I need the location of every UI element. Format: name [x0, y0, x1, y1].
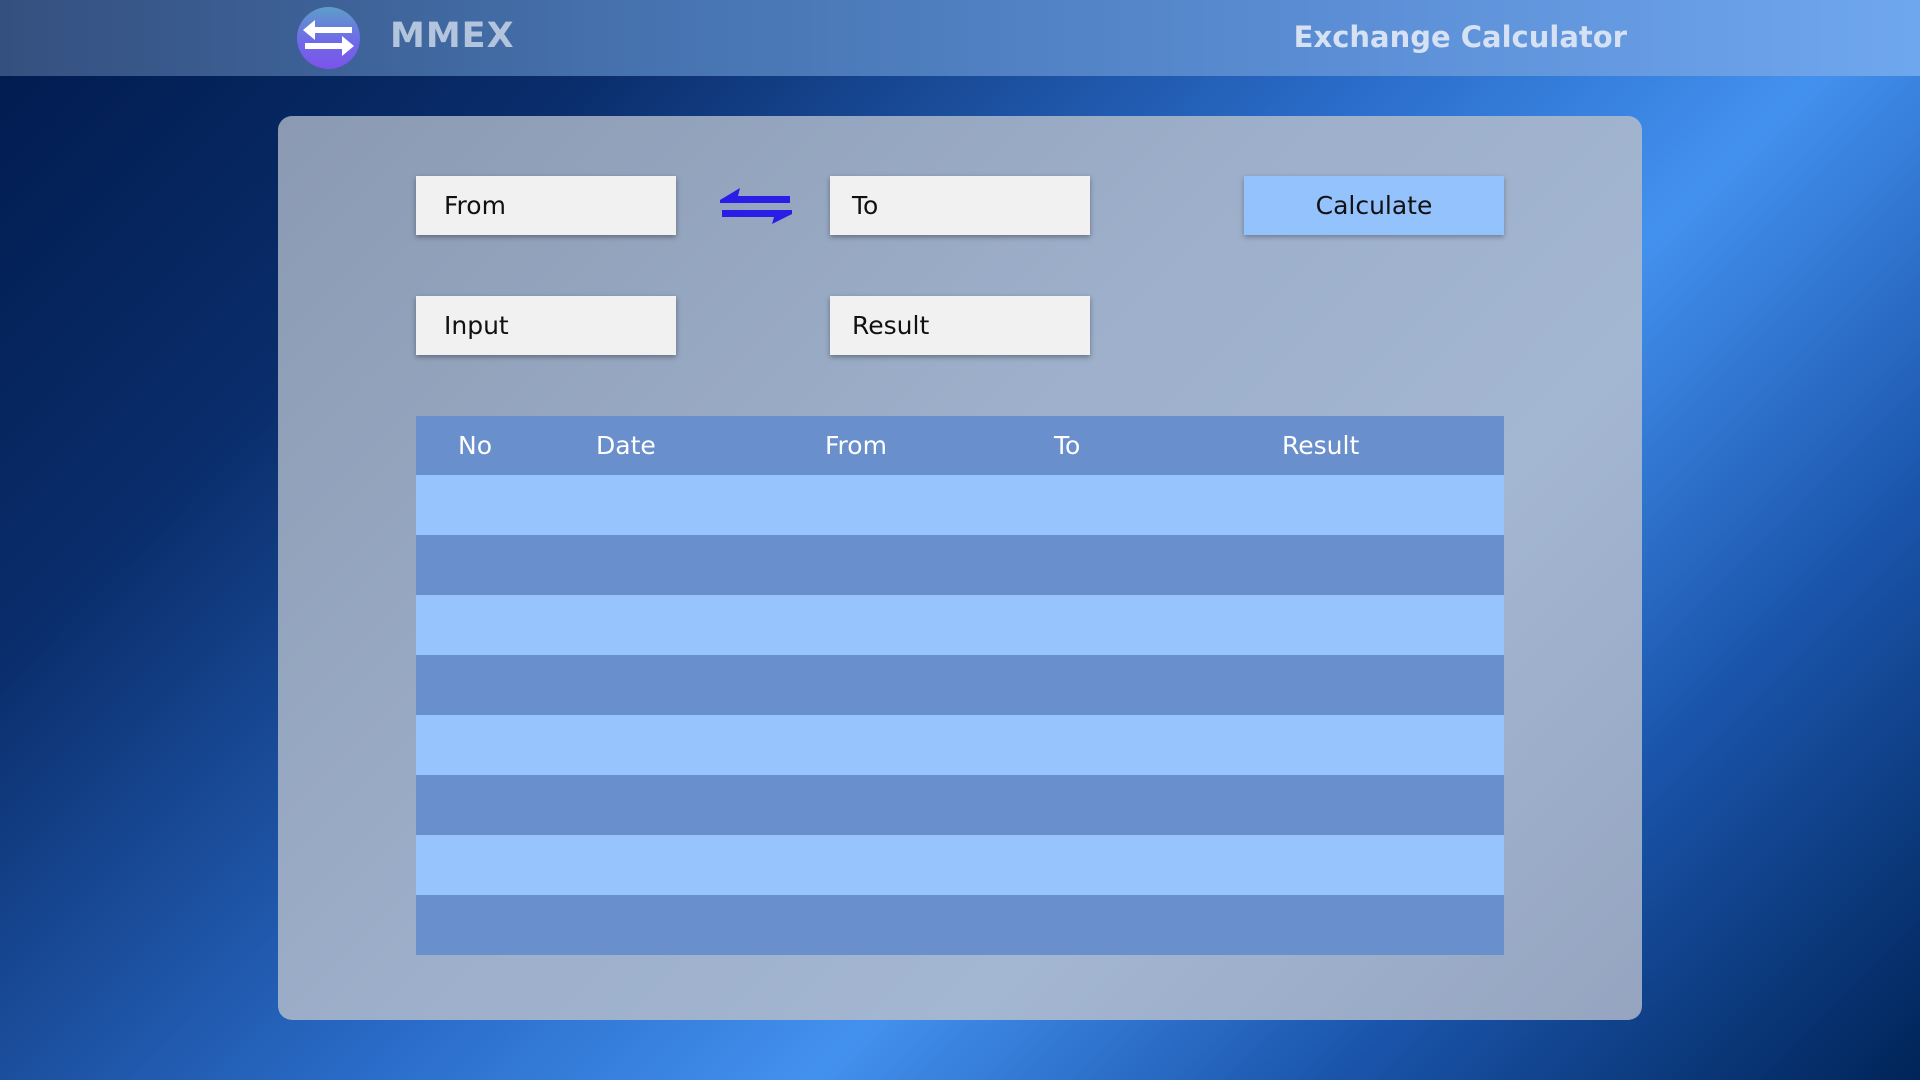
- table-row: [416, 835, 1504, 895]
- history-table: No Date From To Result: [416, 416, 1504, 955]
- calculator-panel: From To Calculate Input Result No Date F…: [278, 116, 1642, 1020]
- swap-arrows-icon[interactable]: [718, 186, 794, 226]
- column-header-to: To: [1054, 431, 1081, 460]
- table-row: [416, 475, 1504, 535]
- column-header-result: Result: [1282, 431, 1360, 460]
- to-currency-field[interactable]: To: [830, 176, 1090, 235]
- column-header-no: No: [458, 431, 492, 460]
- from-currency-field[interactable]: From: [416, 176, 676, 235]
- table-row: [416, 715, 1504, 775]
- brand-name: MMEX: [390, 16, 515, 56]
- table-row: [416, 655, 1504, 715]
- table-header: No Date From To Result: [416, 416, 1504, 475]
- result-field: Result: [830, 296, 1090, 355]
- calculate-button[interactable]: Calculate: [1244, 176, 1504, 235]
- table-row: [416, 775, 1504, 835]
- page-title: Exchange Calculator: [1293, 20, 1627, 54]
- top-bar: MMEX Exchange Calculator: [0, 0, 1920, 76]
- swap-arrows-icon: [297, 7, 360, 69]
- column-header-date: Date: [596, 431, 656, 460]
- table-row: [416, 895, 1504, 955]
- column-header-from: From: [825, 431, 887, 460]
- amount-input[interactable]: Input: [416, 296, 676, 355]
- table-row: [416, 595, 1504, 655]
- table-row: [416, 535, 1504, 595]
